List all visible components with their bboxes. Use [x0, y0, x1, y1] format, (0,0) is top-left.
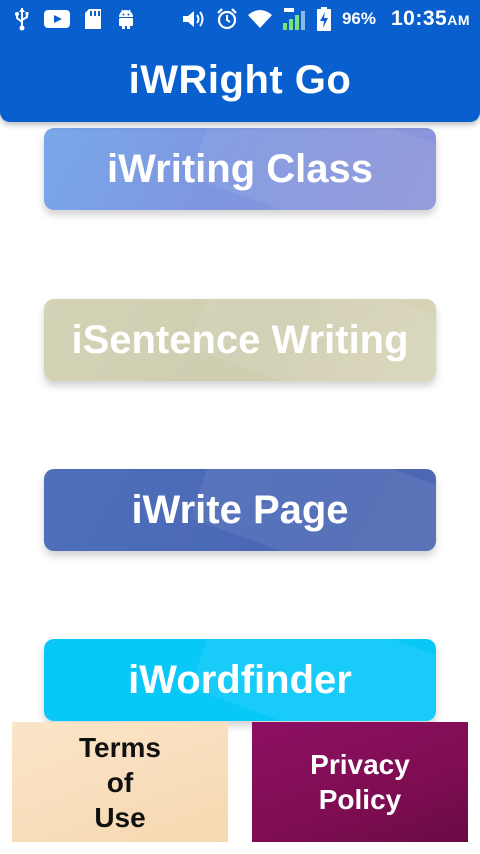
- battery-percent: 96%: [341, 9, 376, 28]
- signal-icon: [282, 7, 308, 31]
- writing-class-button[interactable]: iWriting Class: [44, 128, 436, 210]
- youtube-icon: [44, 9, 70, 29]
- app-bar: iWRight Go: [0, 38, 480, 122]
- wordfinder-label: iWordfinder: [128, 657, 352, 702]
- write-page-button[interactable]: iWrite Page: [44, 469, 436, 551]
- status-right-icons: 96% 10:35AM: [181, 6, 470, 32]
- sentence-writing-label: iSentence Writing: [71, 317, 409, 362]
- wordfinder-button[interactable]: iWordfinder: [44, 639, 436, 721]
- sd-card-icon: [84, 8, 102, 30]
- write-page-label: iWrite Page: [131, 487, 349, 532]
- wifi-icon: [247, 9, 273, 29]
- clock: 10:35AM: [391, 7, 470, 31]
- privacy-policy-button[interactable]: Privacy Policy: [252, 722, 468, 842]
- terms-of-use-button[interactable]: Terms of Use: [12, 722, 228, 842]
- status-left-icons: [14, 6, 136, 32]
- clock-ampm: AM: [447, 12, 470, 28]
- privacy-policy-label: Privacy Policy: [310, 749, 410, 815]
- usb-icon: [14, 7, 30, 31]
- app-title: iWRight Go: [128, 57, 352, 102]
- screen: 96% 10:35AM iWRight Go iWriting Class iS…: [0, 0, 480, 854]
- battery-charging-icon: [316, 7, 331, 31]
- alarm-icon: [216, 8, 238, 30]
- writing-class-label: iWriting Class: [107, 146, 373, 191]
- status-bar: 96% 10:35AM: [0, 0, 480, 38]
- clock-time: 10:35: [391, 7, 448, 30]
- android-icon: [116, 8, 136, 30]
- volume-icon: [181, 8, 207, 30]
- sentence-writing-button[interactable]: iSentence Writing: [44, 299, 436, 381]
- terms-of-use-label: Terms of Use: [79, 731, 161, 833]
